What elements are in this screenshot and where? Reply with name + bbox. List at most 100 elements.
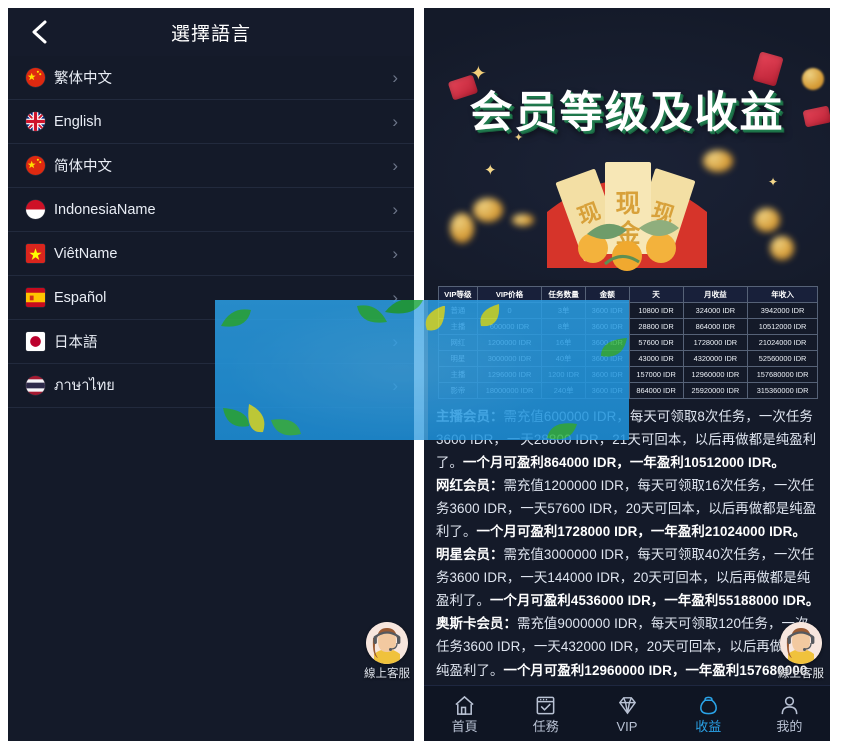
tab-profile[interactable]: 我的 [749,693,830,734]
chevron-right-icon: › [392,112,398,131]
sparkle-decoration: ✦ [484,162,497,179]
flag-es-icon [26,288,45,307]
tab-label: 任務 [532,718,559,734]
tier-name: 明星会员： [436,547,504,563]
coin-decoration [770,236,794,260]
tab-label: VIP [616,718,638,734]
cell: 315360000 IDR [747,382,818,399]
language-item-label: 简体中文 [54,159,112,175]
description-paragraph: 明星会员：需充值3000000 IDR，每天可领取40次任务，一次任务3600 … [436,543,820,612]
chevron-right-icon: › [392,200,398,219]
chevron-right-icon: › [392,244,398,263]
cell: 1728000 IDR [682,334,749,351]
vip-banner: ✦ ✦ ✦ ✦ ✦ 会员等级及收益 现 现 现 金 [424,8,830,280]
cell: 4320000 IDR [682,350,749,367]
chevron-right-icon: › [392,68,398,87]
language-item-en[interactable]: English › [8,100,414,144]
language-item-label: IndonesiaName [54,201,156,218]
home-icon [424,693,505,718]
tab-label: 我的 [776,718,803,734]
tier-name: 奥斯卡会员： [436,616,517,632]
col-header: 年收入 [747,286,818,303]
flag-jp-icon [26,332,45,351]
cell: 324000 IDR [682,302,749,319]
language-item-id[interactable]: IndonesiaName › [8,188,414,232]
cell: 52560000 IDR [747,350,818,367]
vip-description: 主播会员：需充值600000 IDR，每天可领取8次任务，一次任务3600 ID… [424,399,830,685]
flag-th-icon [26,376,45,395]
chevron-right-icon: › [392,156,398,175]
tab-label: 首頁 [451,718,478,734]
language-item-vi[interactable]: ViêtName › [8,232,414,276]
col-header: 月收益 [682,286,749,303]
flag-id-icon [26,200,45,219]
description-paragraph: 网红会员：需充值1200000 IDR，每天可领取16次任务，一次任务3600 … [436,474,820,543]
flag-cn-icon [26,156,45,175]
sparkle-decoration: ✦ [768,175,779,189]
flag-cn-icon [26,68,45,87]
customer-service-widget[interactable]: 線上客服 [364,622,410,681]
tab-vip[interactable]: VIP [586,693,667,734]
language-header: 選擇語言 [8,8,414,56]
task-icon [505,693,586,718]
language-item-label: ViêtName [54,245,118,262]
leaf-decoration [219,306,253,332]
flag-gb-icon [26,112,45,131]
customer-service-widget[interactable]: 線上客服 [778,622,824,681]
tab-earnings[interactable]: 收益 [668,693,749,734]
leaf-decoration [385,300,425,322]
coin-decoration [450,213,474,243]
cell: 10800 IDR [628,302,684,319]
flag-vn-icon [26,244,45,263]
cash-tickets-illustration: 现 现 现 金 [531,124,723,274]
leaf-decoration [599,334,629,360]
description-paragraph: 奥斯卡会员：需充值9000000 IDR，每天可领取120任务，一次任务3600… [436,612,820,685]
tab-tasks[interactable]: 任務 [505,693,586,734]
person-icon [749,693,830,718]
cell: 21024000 IDR [747,334,818,351]
tier-name: 网红会员： [436,478,504,494]
customer-service-label: 線上客服 [364,668,410,680]
cell: 28800 IDR [628,318,684,335]
leaf-decoration [269,414,303,438]
diamond-icon [586,693,667,718]
cell: 25920000 IDR [682,382,749,399]
purse-icon [668,693,749,718]
cell: 157000 IDR [628,366,684,383]
language-item-label: 繁体中文 [54,71,112,87]
cell: 864000 IDR [682,318,749,335]
tier-tail: 一个月可盈利4536000 IDR，一年盈利55188000 IDR。 [489,593,820,609]
coin-decoration [473,198,503,222]
cell: 10512000 IDR [747,318,818,335]
cell: 43000 IDR [628,350,684,367]
leaf-decoration [545,418,579,440]
headset-operator-icon [366,622,408,664]
leaf-decoration [475,302,505,332]
leaf-decoration [421,304,451,338]
tier-tail: 一个月可盈利864000 IDR，一年盈利10512000 IDR。 [462,455,785,471]
language-item-zh-tw[interactable]: 繁体中文 › [8,56,414,100]
bottom-tab-bar: 首頁 任務 VIP 收益 我的 [424,685,830,741]
blue-image-overlay[interactable] [215,300,629,440]
leaf-decoration [243,402,269,436]
cell: 864000 IDR [628,382,684,399]
cell: 3942000 IDR [747,302,818,319]
customer-service-label: 線上客服 [778,668,824,680]
coin-decoration [754,208,780,232]
language-item-zh-cn[interactable]: 简体中文 › [8,144,414,188]
headset-operator-icon [780,622,822,664]
tier-tail: 一个月可盈利1728000 IDR，一年盈利21024000 IDR。 [476,524,806,540]
cell: 12960000 IDR [682,366,749,383]
chevron-left-icon [30,19,50,45]
tab-label: 收益 [695,718,722,734]
back-button[interactable] [26,18,54,46]
leaf-decoration [355,302,389,328]
page-title: 選擇語言 [170,23,251,45]
app-screenshot: 選擇語言 繁体中文 › English › 简体中文 › IndonesiaNa… [0,0,844,749]
language-item-label: English [54,113,102,130]
tab-home[interactable]: 首頁 [424,693,505,734]
cell: 157680000 IDR [747,366,818,383]
cell: 57600 IDR [628,334,684,351]
svg-text:现: 现 [615,189,640,218]
col-header: 天 [628,286,684,303]
